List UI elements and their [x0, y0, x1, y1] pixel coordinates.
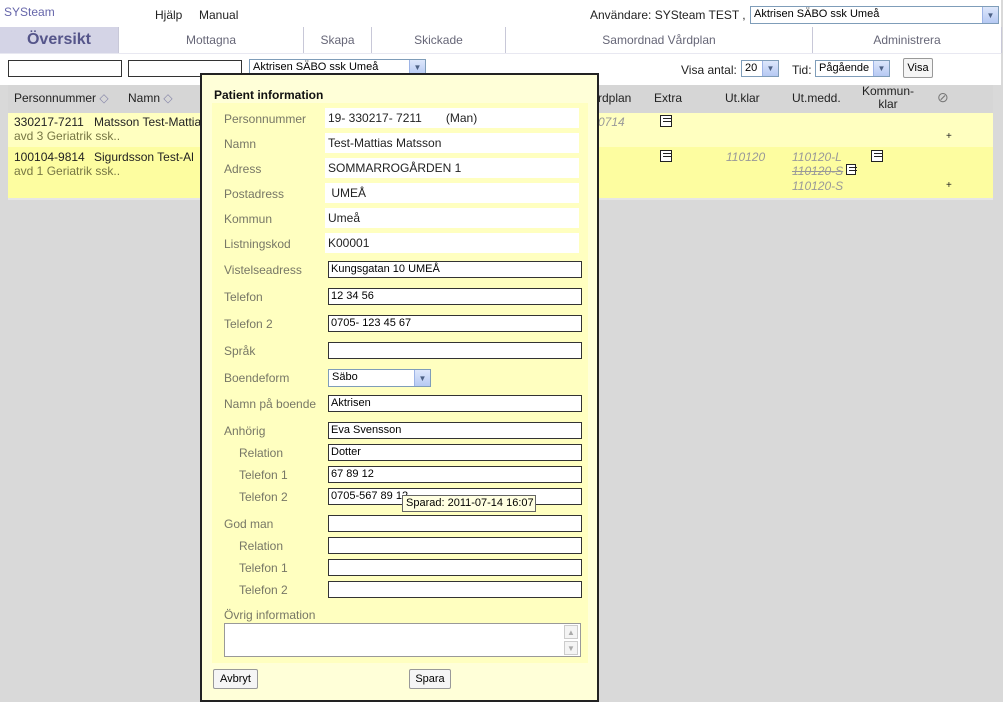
row-vardplan: 0714 [598, 115, 625, 129]
row-utklar: 110120 [726, 150, 766, 164]
chevron-down-icon: ▼ [982, 7, 998, 23]
field-label: Relation [239, 446, 284, 460]
row-sub: avd 1 Geriatrik ssk.. [14, 164, 121, 178]
tab-administrera[interactable]: Administrera [813, 27, 1002, 53]
saved-tooltip: Sparad: 2011-07-14 16:07 [402, 495, 536, 512]
note-edit-icon[interactable] [660, 150, 672, 162]
namn-boende-input[interactable]: Aktrisen [328, 395, 582, 412]
manual-link[interactable]: Manual [199, 8, 238, 22]
field-label: God man [224, 517, 274, 531]
top-bar: SYSteam Hjälp Manual Användare: SYSteam … [0, 0, 1001, 28]
col-utklar[interactable]: Ut.klar [725, 91, 760, 105]
tab-samordnad-vardplan[interactable]: Samordnad Vårdplan [506, 27, 813, 53]
col-utmedd[interactable]: Ut.medd. [792, 91, 841, 105]
field-label: Telefon 2 [239, 583, 288, 597]
col-kommunklar[interactable]: Kommun-klar [862, 85, 914, 111]
visa-antal-select[interactable]: 20 ▼ [741, 60, 779, 77]
anhorig-input[interactable]: Eva Svensson [328, 422, 582, 439]
dialog-body: Personnummer 19- 330217- 7211 (Man) Namn … [212, 103, 588, 663]
kommun-value: Umeå [325, 208, 579, 228]
telefon-input[interactable]: 12 34 56 [328, 288, 582, 305]
godman-input[interactable] [328, 515, 582, 532]
postadress-value: UMEÅ [325, 183, 579, 203]
row-name: Sigurdsson Test-Al [94, 150, 194, 164]
scroll-up-icon[interactable]: ▲ [564, 625, 578, 639]
vistelseadress-input[interactable]: Kungsgatan 10 UMEÅ [328, 261, 582, 278]
row-sub: avd 3 Geriatrik ssk.. [14, 129, 121, 143]
row-pnr: 330217-7211 [14, 115, 84, 129]
row-plus[interactable]: + [946, 131, 952, 142]
sort-icon: ◇ [163, 91, 173, 105]
chevron-down-icon: ▼ [414, 370, 430, 386]
godman-telefon2-input[interactable] [328, 581, 582, 598]
row-plus[interactable]: + [946, 180, 952, 191]
adress-value: SOMMARROGÅRDEN 1 [325, 158, 579, 178]
telefon2-input[interactable]: 0705- 123 45 67 [328, 315, 582, 332]
note-edit-icon[interactable] [660, 115, 672, 127]
field-label: Telefon 2 [239, 490, 288, 504]
col-vardplan[interactable]: rdplan [598, 91, 631, 105]
field-label: Övrig information [224, 608, 316, 622]
tab-mottagna[interactable]: Mottagna [119, 27, 304, 53]
boendeform-select[interactable]: Säbo ▼ [328, 369, 431, 387]
cancel-button[interactable]: Avbryt [213, 669, 258, 689]
visa-button[interactable]: Visa [903, 58, 933, 78]
field-label: Listningskod [224, 237, 291, 251]
field-label: Telefon 1 [239, 561, 288, 575]
patient-info-dialog: Patient information Personnummer 19- 330… [200, 73, 599, 702]
field-label: Adress [224, 162, 262, 176]
anhorig-telefon1-input[interactable]: 67 89 12 [328, 466, 582, 483]
unit-select-top[interactable]: Aktrisen SÄBO ssk Umeå ▼ [750, 6, 999, 24]
field-label: Telefon 1 [239, 468, 288, 482]
field-label: Kommun [224, 212, 273, 226]
godman-telefon1-input[interactable] [328, 559, 582, 576]
field-label: Telefon [224, 290, 263, 304]
ovrig-information-textarea[interactable] [224, 623, 581, 657]
tab-skickade[interactable]: Skickade [372, 27, 506, 53]
dialog-title: Patient information [214, 88, 324, 102]
help-link[interactable]: Hjälp [155, 8, 182, 22]
chevron-down-icon: ▼ [762, 61, 778, 76]
field-label: Postadress [224, 187, 285, 201]
row-utmedd: 110120-S [792, 164, 844, 178]
note-edit-icon[interactable] [871, 150, 883, 162]
row-name: Matsson Test-Mattia [94, 115, 202, 129]
row-utmedd: 110120-S [792, 179, 844, 193]
field-label: Anhörig [224, 424, 266, 438]
tid-label: Tid: [792, 63, 812, 77]
row-pnr: 100104-9814 [14, 150, 85, 164]
anhorig-relation-input[interactable]: Dotter [328, 444, 582, 461]
sort-icon: ◇ [99, 91, 109, 105]
field-label: Relation [239, 539, 284, 553]
document-icon[interactable] [846, 164, 857, 175]
field-label: Telefon 2 [224, 317, 273, 331]
tab-bar: Översikt Mottagna Skapa Skickade Samordn… [0, 27, 1002, 54]
sprak-input[interactable] [328, 342, 582, 359]
field-label: Boendeform [224, 371, 290, 385]
field-label: Namn [224, 137, 257, 151]
field-label: Personnummer [224, 112, 307, 126]
brand-label: SYSteam [4, 5, 55, 19]
tab-oversikt[interactable]: Översikt [0, 27, 119, 53]
tab-skapa[interactable]: Skapa [304, 27, 372, 53]
namn-value: Test-Mattias Matsson [325, 133, 579, 153]
personnummer-value: 19- 330217- 7211 (Man) [325, 108, 579, 128]
chevron-down-icon: ▼ [873, 61, 889, 76]
scroll-down-icon[interactable]: ▼ [564, 641, 578, 655]
personnummer-search-input[interactable] [8, 60, 122, 77]
col-personnummer[interactable]: Personnummer ◇ [14, 91, 109, 105]
user-label: Användare: SYSteam TEST , [590, 8, 746, 22]
godman-relation-input[interactable] [328, 537, 582, 554]
col-namn[interactable]: Namn ◇ [128, 91, 173, 105]
visa-antal-label: Visa antal: [681, 63, 737, 77]
paperclip-icon: ⊘ [937, 89, 949, 105]
row-utmedd: 110120-L [792, 150, 842, 164]
field-label: Namn på boende [224, 397, 317, 411]
field-label: Språk [224, 344, 256, 358]
col-extra[interactable]: Extra [654, 91, 682, 105]
listningskod-value: K00001 [325, 233, 579, 253]
field-label: Vistelseadress [224, 263, 302, 277]
tid-select[interactable]: Pågående ▼ [815, 60, 890, 77]
save-button[interactable]: Spara [409, 669, 451, 689]
